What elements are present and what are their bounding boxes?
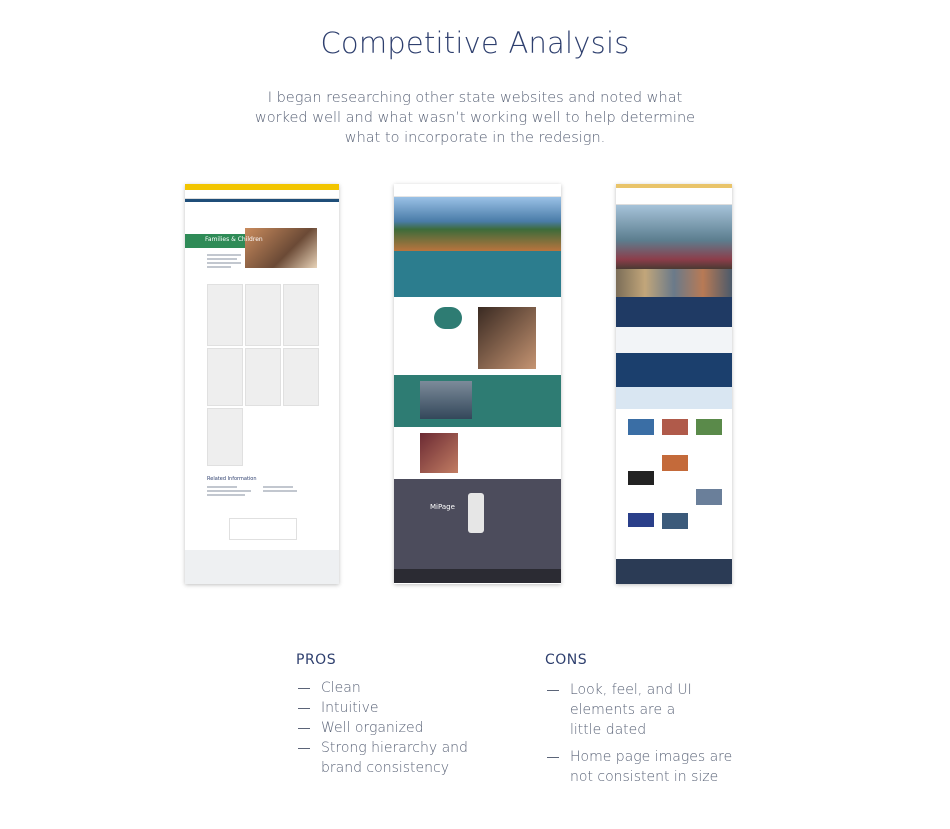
screenshot-state-site-one: Families & Children Related Information <box>185 184 339 584</box>
mipage-label: MiPage <box>430 503 455 511</box>
screenshot-state-site-two: MiPage <box>394 184 561 584</box>
site-footer <box>394 569 561 583</box>
cons-item: Home page images are not consistent in s… <box>570 749 733 785</box>
mipage-section: MiPage <box>394 479 561 569</box>
stats-bar <box>616 353 732 387</box>
pros-item: Well organized <box>321 720 424 736</box>
featured-section <box>394 251 561 297</box>
site-footer <box>185 550 339 584</box>
info-panel <box>616 327 732 353</box>
pros-item: Strong hierarchy and brand consistency <box>321 740 468 776</box>
site-footer <box>616 559 732 584</box>
cons-item: Look, feel, and UI elements are a little… <box>570 682 692 738</box>
site-nav <box>616 188 732 205</box>
hero-label: Families & Children <box>205 236 263 243</box>
news-grid <box>616 409 732 559</box>
announcement-bar <box>616 297 732 327</box>
intro-paragraph: I began researching other state websites… <box>254 90 696 146</box>
highlight-strip <box>616 387 732 409</box>
screenshot-state-site-three <box>616 184 732 584</box>
image-tiles <box>616 269 732 297</box>
hero-banner: Families & Children <box>185 228 317 268</box>
hero-banner <box>394 197 561 251</box>
hero-photo <box>245 228 317 268</box>
site-header <box>394 184 561 197</box>
featured-content <box>394 297 561 375</box>
pros-item: Intuitive <box>321 700 379 716</box>
site-nav-accent <box>185 199 339 202</box>
hero-banner <box>616 205 732 269</box>
cons-heading: CONS <box>545 652 588 668</box>
site-nav <box>185 190 339 199</box>
pros-item: Clean <box>321 680 361 696</box>
page-title: Competitive Analysis <box>320 26 630 60</box>
governor-section <box>394 427 561 479</box>
related-heading: Related Information <box>207 476 257 482</box>
pros-heading: PROS <box>296 652 337 668</box>
weather-section <box>394 375 561 427</box>
